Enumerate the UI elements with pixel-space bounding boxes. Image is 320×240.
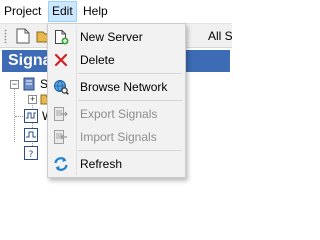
tree-guide-line — [14, 82, 15, 142]
menu-separator — [78, 150, 182, 151]
menu-project[interactable]: Project — [0, 1, 45, 22]
menu-item-delete[interactable]: Delete — [50, 49, 183, 71]
menu-item-export-signals[interactable]: Export Signals — [50, 103, 183, 125]
tree-collapse-toggle[interactable]: − — [10, 80, 19, 89]
export-icon — [53, 106, 69, 122]
waveform-icon — [24, 109, 38, 123]
menu-item-browse-network[interactable]: Browse Network — [50, 76, 183, 98]
new-document-icon — [16, 28, 30, 44]
server-icon — [22, 77, 36, 91]
waveform-icon — [24, 128, 38, 142]
menu-item-label: Export Signals — [80, 107, 158, 121]
tree-expand-toggle[interactable]: + — [28, 95, 37, 104]
menu-item-label: Refresh — [80, 157, 123, 171]
menu-item-new-server[interactable]: New Server — [50, 26, 183, 48]
menubar: Project Edit Help — [0, 0, 232, 23]
menu-item-refresh[interactable]: Refresh — [50, 153, 183, 175]
network-globe-icon — [53, 79, 69, 95]
new-document-icon — [53, 29, 69, 45]
signal-filter-combo[interactable]: All S — [208, 27, 233, 45]
new-document-toolbar-button[interactable] — [14, 27, 32, 45]
menu-help[interactable]: Help — [79, 1, 112, 22]
menu-item-label: New Server — [80, 30, 143, 44]
edit-menu-dropdown: New Server Delete Browse Network Export … — [47, 23, 186, 178]
signals-panel-title: Signa — [8, 52, 52, 69]
import-icon — [53, 129, 69, 145]
menu-item-import-signals[interactable]: Import Signals — [50, 126, 183, 148]
menu-item-label: Browse Network — [80, 80, 168, 94]
menu-edit[interactable]: Edit — [48, 1, 77, 22]
menu-item-label: Delete — [80, 53, 115, 67]
unknown-signal-icon: ? — [24, 146, 38, 160]
menu-separator — [78, 73, 182, 74]
refresh-arrows-icon — [53, 156, 69, 172]
menu-separator — [78, 100, 182, 101]
red-x-delete-icon — [53, 52, 69, 68]
toolbar-grip[interactable] — [4, 29, 7, 43]
svg-text:?: ? — [29, 150, 34, 160]
menu-item-label: Import Signals — [80, 130, 157, 144]
